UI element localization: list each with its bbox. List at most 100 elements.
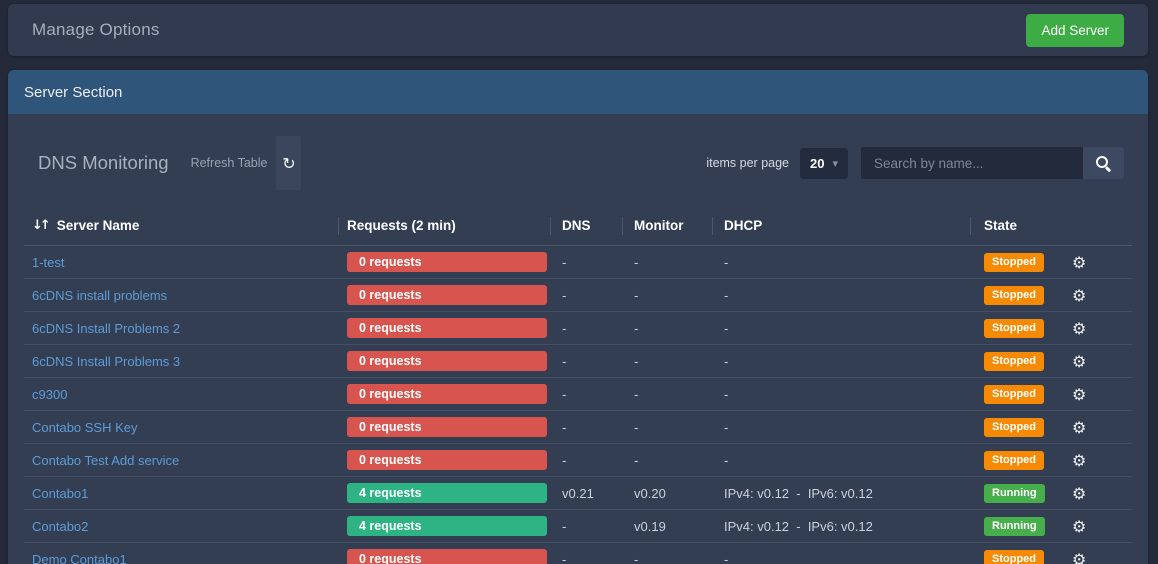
requests-badge: 0 requests [347,285,547,305]
requests-badge: 0 requests [347,417,547,437]
dhcp-versions: - [712,279,970,311]
monitor-version: - [622,345,712,377]
gear-icon[interactable]: ⚙ [1072,319,1086,338]
monitor-version: - [622,246,712,278]
state-badge: Stopped [984,418,1044,437]
server-name-link[interactable]: c9300 [32,387,67,402]
dhcp-versions: - [712,345,970,377]
state-badge: Stopped [984,253,1044,272]
requests-badge: 0 requests [347,384,547,404]
requests-badge: 0 requests [347,450,547,470]
sort-icon[interactable]: ↓↑ [32,218,48,233]
refresh-table-label: Refresh Table [191,156,268,170]
table-title: DNS Monitoring [38,152,169,174]
table-toolbar: DNS Monitoring Refresh Table ↻ items per… [38,136,1124,190]
monitor-version: - [622,411,712,443]
requests-badge: 4 requests [347,483,547,503]
column-header-state: State [970,206,1070,245]
gear-icon[interactable]: ⚙ [1072,253,1086,272]
state-badge: Stopped [984,286,1044,305]
search-input[interactable] [861,147,1083,179]
dns-version: - [550,246,622,278]
table-row: Demo Contabo1 0 requests - - - Stopped ⚙ [24,543,1132,564]
table-row: Contabo2 4 requests - v0.19 IPv4: v0.12 … [24,510,1132,543]
refresh-button[interactable]: ↻ [276,136,301,190]
dhcp-versions: - [712,312,970,344]
gear-icon[interactable]: ⚙ [1072,451,1086,470]
server-name-link[interactable]: 6cDNS Install Problems 3 [32,354,180,369]
gear-icon[interactable]: ⚙ [1072,484,1086,503]
dhcp-versions: - [712,543,970,564]
search-button[interactable] [1083,147,1124,179]
state-badge: Stopped [984,385,1044,404]
gear-icon[interactable]: ⚙ [1072,418,1086,437]
dns-version: - [550,312,622,344]
dhcp-versions: IPv4: v0.12 - IPv6: v0.12 [712,510,970,542]
table-row: 6cDNS Install Problems 3 0 requests - - … [24,345,1132,378]
table-header: ↓↑ Server Name Requests (2 min) DNS Moni… [24,206,1132,246]
items-per-page-value: 20 [810,156,824,171]
gear-icon[interactable]: ⚙ [1072,517,1086,536]
state-badge: Stopped [984,550,1044,564]
server-name-link[interactable]: 6cDNS Install Problems 2 [32,321,180,336]
add-server-button[interactable]: Add Server [1026,14,1124,47]
table-row: Contabo Test Add service 0 requests - - … [24,444,1132,477]
refresh-icon: ↻ [282,154,295,173]
dhcp-versions: - [712,411,970,443]
server-name-link[interactable]: Contabo SSH Key [32,420,138,435]
dns-version: - [550,378,622,410]
table-row: Contabo SSH Key 0 requests - - - Stopped… [24,411,1132,444]
items-per-page-label: items per page [706,156,789,170]
dhcp-versions: - [712,246,970,278]
monitor-version: - [622,543,712,564]
gear-icon[interactable]: ⚙ [1072,352,1086,371]
column-header-dhcp: DHCP [712,206,970,245]
table-row: Contabo1 4 requests v0.21 v0.20 IPv4: v0… [24,477,1132,510]
chevron-down-icon: ▾ [832,157,838,170]
table-row: 6cDNS Install Problems 2 0 requests - - … [24,312,1132,345]
monitor-version: - [622,444,712,476]
state-badge: Running [984,484,1045,503]
dns-version: - [550,279,622,311]
requests-badge: 0 requests [347,549,547,564]
table-row: c9300 0 requests - - - Stopped ⚙ [24,378,1132,411]
dhcp-versions: - [712,378,970,410]
column-header-actions [1070,206,1132,245]
dns-version: v0.21 [550,477,622,509]
servers-table: ↓↑ Server Name Requests (2 min) DNS Moni… [24,206,1132,564]
server-name-link[interactable]: 6cDNS install problems [32,288,167,303]
state-badge: Stopped [984,451,1044,470]
state-badge: Running [984,517,1045,536]
table-row: 1-test 0 requests - - - Stopped ⚙ [24,246,1132,279]
state-badge: Stopped [984,352,1044,371]
dns-version: - [550,543,622,564]
state-badge: Stopped [984,319,1044,338]
items-per-page-select[interactable]: 20 ▾ [800,148,848,179]
top-bar: Manage Options Add Server [8,4,1148,56]
dns-version: - [550,444,622,476]
server-name-link[interactable]: Contabo2 [32,519,88,534]
section-header: Server Section [8,70,1148,114]
column-header-dns: DNS [550,206,622,245]
server-name-link[interactable]: Contabo1 [32,486,88,501]
server-name-link[interactable]: Demo Contabo1 [32,552,127,564]
monitor-version: - [622,279,712,311]
monitor-version: - [622,378,712,410]
dns-version: - [550,345,622,377]
gear-icon[interactable]: ⚙ [1072,385,1086,404]
column-header-requests: Requests (2 min) [338,206,550,245]
table-body: 1-test 0 requests - - - Stopped ⚙ 6cDNS … [24,246,1132,564]
section-title: Server Section [24,84,122,101]
column-header-server-name[interactable]: ↓↑ Server Name [24,206,338,245]
server-name-link[interactable]: 1-test [32,255,65,270]
requests-badge: 4 requests [347,516,547,536]
page-title: Manage Options [32,20,160,40]
monitor-version: - [622,312,712,344]
dns-version: - [550,510,622,542]
requests-badge: 0 requests [347,351,547,371]
gear-icon[interactable]: ⚙ [1072,286,1086,305]
server-name-link[interactable]: Contabo Test Add service [32,453,179,468]
search-icon [1096,156,1111,171]
gear-icon[interactable]: ⚙ [1072,550,1086,564]
server-section-panel: Server Section DNS Monitoring Refresh Ta… [8,70,1148,564]
